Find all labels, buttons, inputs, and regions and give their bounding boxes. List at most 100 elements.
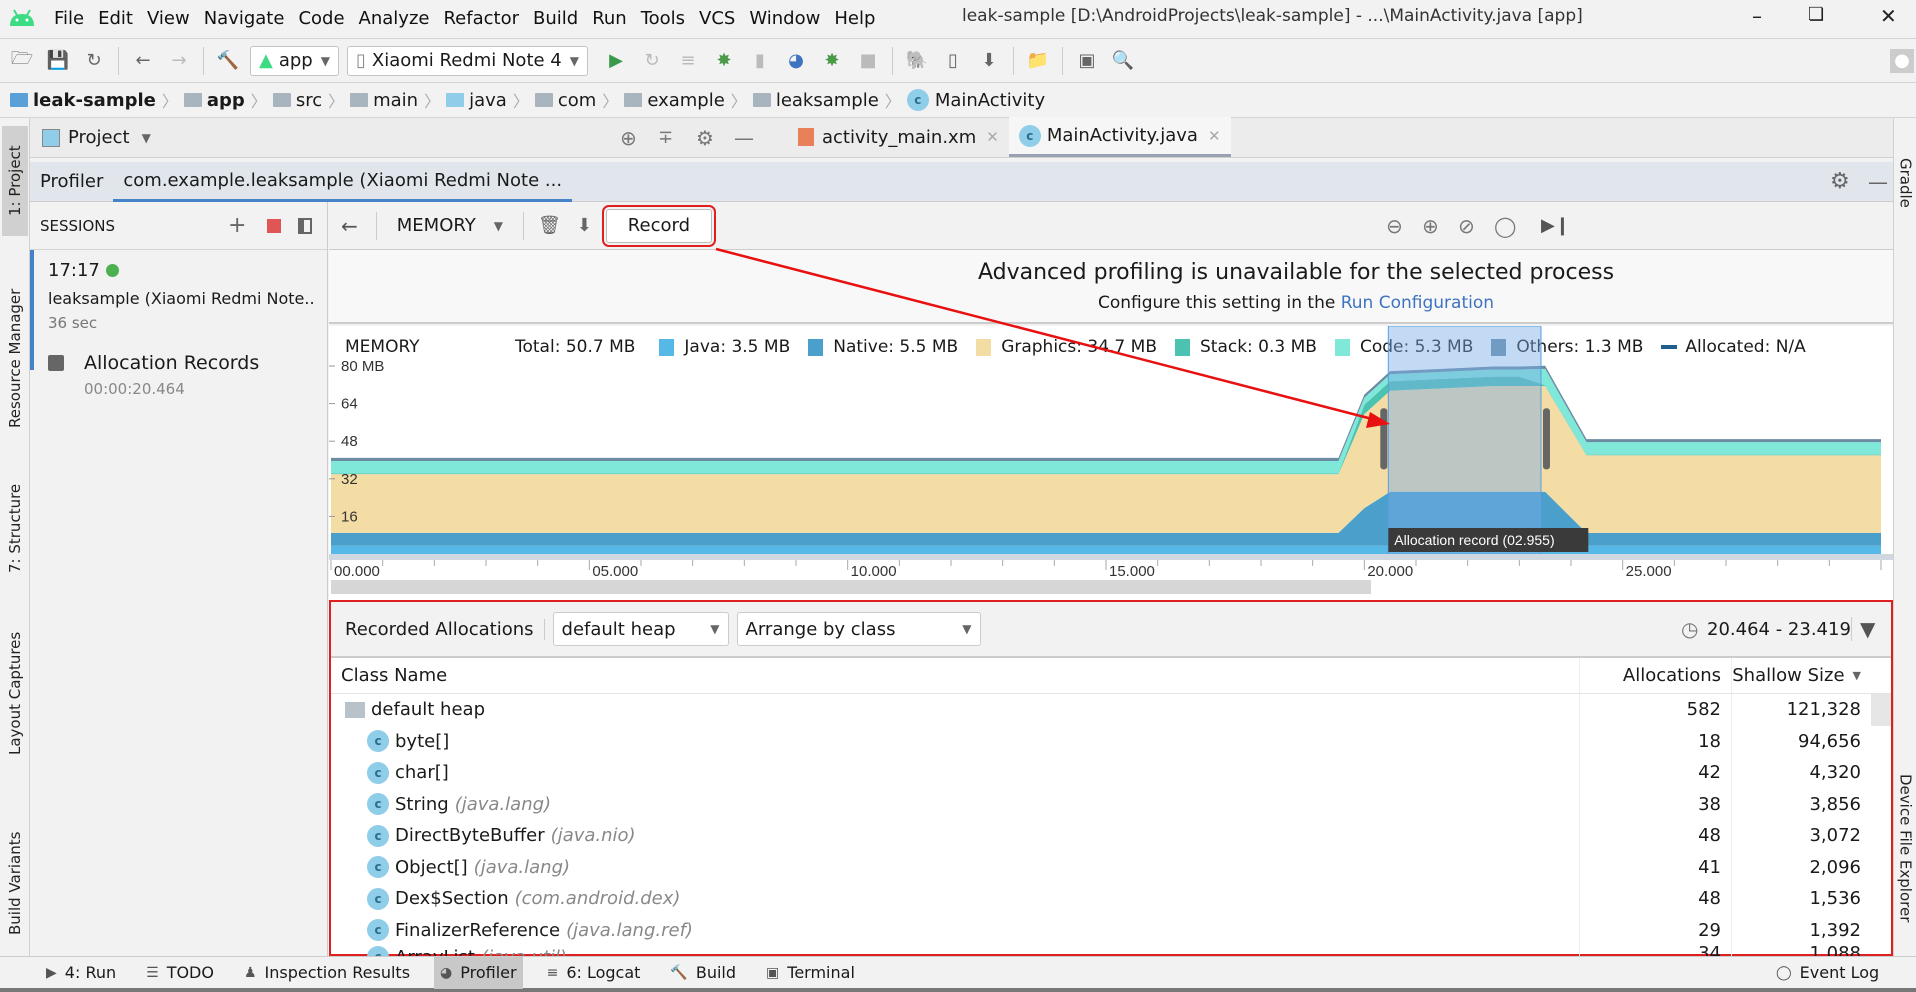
- heap-selector[interactable]: default heap ▼: [552, 612, 729, 646]
- zoom-in-icon[interactable]: ⊕: [1422, 214, 1439, 238]
- add-session-icon[interactable]: +: [228, 213, 246, 238]
- column-allocations[interactable]: Allocations: [1579, 658, 1731, 693]
- sdk-manager-icon[interactable]: ⬇: [977, 49, 1001, 73]
- chevron-down-icon[interactable]: ▼: [142, 131, 151, 145]
- tool-tab-structure[interactable]: 7: Structure: [2, 473, 28, 583]
- tool-button-terminal[interactable]: ▣ Terminal: [760, 957, 861, 989]
- minimize-button[interactable]: –: [1752, 4, 1762, 28]
- breadcrumb-item[interactable]: example 〉: [624, 88, 747, 112]
- reset-zoom-icon[interactable]: ⊘: [1458, 214, 1475, 238]
- make-project-hammer-icon[interactable]: 🔨: [216, 49, 240, 73]
- profile-icon[interactable]: ◕: [784, 49, 808, 73]
- arrange-selector[interactable]: Arrange by class ▼: [736, 612, 981, 646]
- tool-tab-build-variants[interactable]: Build Variants: [2, 818, 28, 948]
- table-row[interactable]: c DirectByteBuffer (java.nio) 48 3,072: [331, 820, 1891, 852]
- back-icon[interactable]: ←: [341, 214, 358, 238]
- close-tab-icon[interactable]: ✕: [1208, 127, 1221, 145]
- breadcrumb-item[interactable]: src 〉: [272, 88, 344, 112]
- menu-code[interactable]: Code: [298, 8, 344, 29]
- terminal-window-icon[interactable]: ▣: [1075, 49, 1099, 73]
- locate-icon[interactable]: ⊕: [620, 126, 637, 150]
- menu-file[interactable]: File: [54, 8, 84, 29]
- gear-icon[interactable]: ⚙: [696, 126, 714, 150]
- table-row[interactable]: c char[] 42 4,320: [331, 757, 1891, 789]
- menu-edit[interactable]: Edit: [98, 8, 133, 29]
- attach-debugger-icon[interactable]: ✸: [820, 49, 844, 73]
- zoom-out-icon[interactable]: ⊖: [1386, 214, 1403, 238]
- tool-button-run[interactable]: ▶ 4: Run: [40, 957, 122, 989]
- run-icon[interactable]: ▶: [604, 49, 628, 73]
- menu-vcs[interactable]: VCS: [699, 8, 735, 29]
- back-icon[interactable]: ←: [131, 49, 155, 73]
- record-button[interactable]: Record: [601, 204, 716, 247]
- column-class-name[interactable]: Class Name: [331, 665, 1579, 686]
- breadcrumb-item[interactable]: app 〉: [183, 88, 267, 112]
- breadcrumb-item[interactable]: leak-sample 〉: [10, 88, 178, 112]
- menu-view[interactable]: View: [147, 8, 190, 29]
- module-selector[interactable]: ▲ app ▼: [250, 45, 339, 76]
- menu-analyze[interactable]: Analyze: [359, 8, 430, 29]
- forward-icon[interactable]: →: [167, 49, 191, 73]
- tool-button-inspection-results[interactable]: ♟ Inspection Results: [238, 957, 416, 989]
- menu-window[interactable]: Window: [749, 8, 820, 29]
- open-folder-icon[interactable]: 🗁: [10, 48, 34, 73]
- memory-chart-svg[interactable]: Allocation record (02.955) 80 MB 64 48 32 16 0…: [329, 326, 1893, 606]
- go-live-icon[interactable]: ▶❙: [1541, 215, 1570, 236]
- breadcrumb-item[interactable]: c MainActivity: [906, 89, 1045, 111]
- save-icon[interactable]: 💾: [46, 49, 70, 73]
- tool-tab-gradle[interactable]: Gradle: [1894, 128, 1916, 238]
- stop-icon[interactable]: ■: [856, 49, 880, 73]
- monitor-selector[interactable]: MEMORY ▼: [383, 215, 517, 236]
- menu-refactor[interactable]: Refactor: [443, 8, 519, 29]
- garbage-collect-icon[interactable]: 🗑: [538, 215, 561, 236]
- filter-icon[interactable]: ▼: [1851, 617, 1875, 641]
- apply-changes-icon[interactable]: ↻: [640, 49, 664, 73]
- expand-panel-icon[interactable]: [298, 218, 312, 234]
- project-view-selector[interactable]: Project: [68, 127, 130, 148]
- tool-tab-project[interactable]: 1: Project: [2, 126, 28, 236]
- tool-button-profiler[interactable]: ◕ Profiler: [434, 956, 523, 989]
- device-selector[interactable]: ▯ Xiaomi Redmi Note 4 ▼: [346, 45, 588, 76]
- collapse-all-icon[interactable]: ∓: [658, 127, 673, 148]
- breadcrumb-item[interactable]: leaksample 〉: [752, 88, 901, 112]
- table-row[interactable]: c FinalizerReference (java.lang.ref) 29 1,…: [331, 914, 1891, 946]
- allocation-records-item[interactable]: Allocation Records 00:00:20.464: [48, 352, 318, 412]
- editor-tab-activity-main[interactable]: activity_main.xm ✕: [788, 117, 1009, 157]
- tool-tab-resource-manager[interactable]: Resource Manager: [2, 278, 28, 438]
- stop-session-icon[interactable]: [267, 219, 281, 233]
- menu-navigate[interactable]: Navigate: [204, 8, 285, 29]
- table-row[interactable]: c Object[] (java.lang) 41 2,096: [331, 851, 1891, 883]
- hide-panel-icon[interactable]: —: [734, 126, 754, 150]
- table-row[interactable]: c String (java.lang) 38 3,856: [331, 788, 1891, 820]
- gradle-sync-icon[interactable]: 🐘: [905, 49, 929, 73]
- gear-icon[interactable]: ⚙: [1830, 169, 1850, 194]
- zoom-to-selection-icon[interactable]: ◯: [1494, 214, 1516, 238]
- project-structure-icon[interactable]: 📁: [1026, 49, 1050, 73]
- scrollbar-thumb[interactable]: [1871, 694, 1891, 726]
- run-configuration-link[interactable]: Run Configuration: [1341, 293, 1494, 313]
- column-shallow-size[interactable]: Shallow Size ▼: [1731, 658, 1871, 693]
- breadcrumb-item[interactable]: java 〉: [446, 88, 529, 112]
- user-avatar-icon[interactable]: ●: [1890, 48, 1914, 73]
- coverage-icon[interactable]: ▮: [748, 49, 772, 73]
- dump-heap-icon[interactable]: ⬇: [577, 215, 592, 236]
- tab-profiler-session[interactable]: com.example.leaksample (Xiaomi Redmi Not…: [113, 162, 573, 202]
- sync-icon[interactable]: ↻: [82, 49, 106, 73]
- tool-button-build[interactable]: 🔨 Build: [664, 957, 742, 989]
- avd-manager-icon[interactable]: ▯: [941, 49, 965, 73]
- table-row[interactable]: default heap 582 121,328: [331, 694, 1891, 726]
- menu-help[interactable]: Help: [834, 8, 875, 29]
- debug-icon[interactable]: ✸: [712, 49, 736, 73]
- table-row[interactable]: c Dex$Section (com.android.dex) 48 1,536: [331, 883, 1891, 915]
- close-window-button[interactable]: ✕: [1880, 4, 1897, 28]
- tool-button-todo[interactable]: ☰ TODO: [140, 957, 220, 989]
- close-tab-icon[interactable]: ✕: [986, 128, 999, 146]
- breadcrumb-item[interactable]: main 〉: [350, 88, 440, 112]
- timeline-scrollbar[interactable]: [331, 580, 1371, 594]
- hide-panel-icon[interactable]: —: [1868, 170, 1888, 194]
- menu-tools[interactable]: Tools: [641, 8, 685, 29]
- tool-button-event-log[interactable]: ◯ Event Log: [1770, 957, 1885, 989]
- editor-tab-main-activity[interactable]: c MainActivity.java ✕: [1008, 117, 1231, 157]
- apply-code-changes-icon[interactable]: ≡: [676, 49, 700, 73]
- tab-profiler[interactable]: Profiler: [30, 162, 113, 202]
